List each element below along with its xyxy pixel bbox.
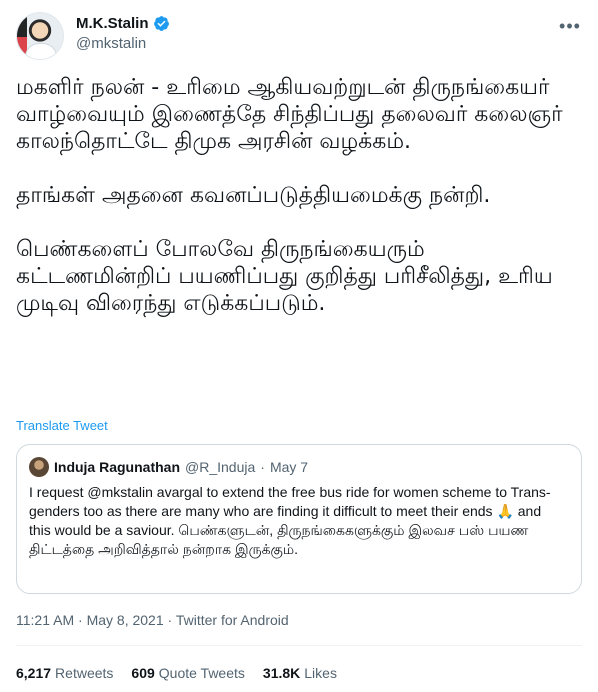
author-display-name[interactable]: M.K.Stalin xyxy=(76,15,149,32)
tweet-meta: 11:21 AM · May 8, 2021 · Twitter for And… xyxy=(16,612,289,628)
tweet-paragraph: பெண்களைப் போலவே திருநங்கையரும் கட்டணமின்… xyxy=(16,237,553,316)
likes-label: Likes xyxy=(304,665,337,681)
quoted-tweet-card[interactable]: Induja Ragunathan @R_Induja · May 7 I re… xyxy=(16,444,582,594)
author-handle[interactable]: @mkstalin xyxy=(76,35,170,52)
quoted-date: May 7 xyxy=(269,459,309,475)
translate-tweet-link[interactable]: Translate Tweet xyxy=(16,418,108,433)
display-name-row: M.K.Stalin xyxy=(76,15,170,32)
avatar-figure xyxy=(25,43,57,59)
tweet-date[interactable]: May 8, 2021 xyxy=(87,612,164,628)
quoted-author-avatar xyxy=(29,457,49,477)
dot-separator: · xyxy=(167,612,173,628)
likes-stat[interactable]: 31.8K Likes xyxy=(263,665,337,681)
retweets-label: Retweets xyxy=(55,665,114,681)
tweet-paragraph: மகளிர் நலன் - உரிமை ஆகியவற்றுடன் திருநங்… xyxy=(16,75,563,154)
quoted-author-handle: @R_Induja xyxy=(185,459,256,475)
more-options-icon[interactable]: ••• xyxy=(558,14,582,38)
tweet-stats: 6,217 Retweets 609 Quote Tweets 31.8K Likes xyxy=(16,665,337,681)
verified-badge-icon xyxy=(153,16,169,31)
quote-tweets-count: 609 xyxy=(131,665,155,681)
tweet-header: M.K.Stalin @mkstalin ••• xyxy=(16,12,582,62)
likes-count: 31.8K xyxy=(262,665,301,681)
author-avatar[interactable] xyxy=(16,12,64,60)
retweets-count: 6,217 xyxy=(16,665,52,681)
retweets-stat[interactable]: 6,217 Retweets xyxy=(16,665,113,681)
quoted-tweet-text: I request @mkstalin avargal to extend th… xyxy=(29,484,551,557)
tweet-paragraph: தாங்கள் அதனை கவனப்படுத்தியமைக்கு நன்றி. xyxy=(16,183,491,208)
author-names: M.K.Stalin @mkstalin xyxy=(76,15,170,52)
tweet-source[interactable]: Twitter for Android xyxy=(176,612,289,628)
quote-tweets-stat[interactable]: 609 Quote Tweets xyxy=(131,665,245,681)
divider xyxy=(16,645,582,646)
tweet-body: மகளிர் நலன் - உரிமை ஆகியவற்றுடன் திருநங்… xyxy=(16,74,582,317)
quote-tweets-label: Quote Tweets xyxy=(158,665,245,681)
dot-separator: · xyxy=(78,612,83,628)
tweet-time[interactable]: 11:21 AM xyxy=(16,612,74,628)
quoted-tweet-header: Induja Ragunathan @R_Induja · May 7 xyxy=(29,457,308,477)
dot-separator: · xyxy=(260,459,265,475)
quoted-author-name: Induja Ragunathan xyxy=(54,459,180,475)
